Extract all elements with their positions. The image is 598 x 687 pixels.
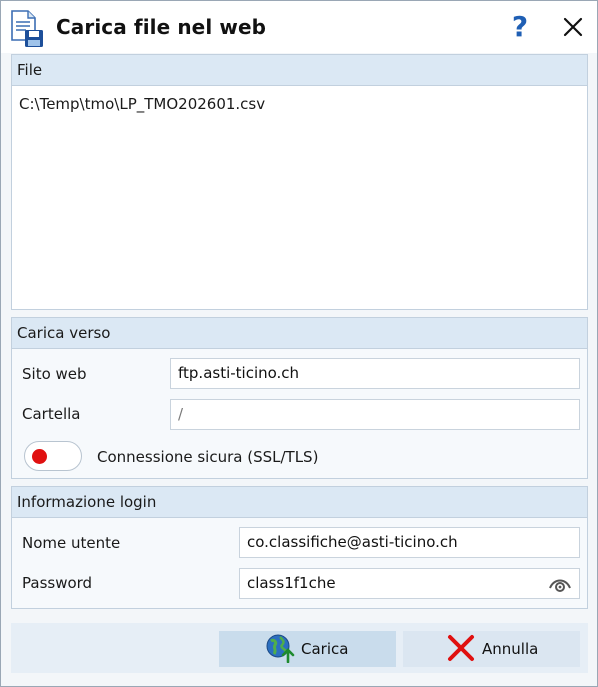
password-value: class1f1che <box>247 574 336 592</box>
username-label: Nome utente <box>22 534 121 552</box>
password-label: Password <box>22 574 93 592</box>
help-button[interactable]: ? <box>505 9 535 45</box>
toggle-off-indicator <box>32 449 47 464</box>
password-field[interactable]: class1f1che <box>239 568 580 599</box>
globe-upload-icon <box>266 634 295 663</box>
cancel-button-label: Annulla <box>482 640 539 658</box>
site-label: Sito web <box>22 365 87 383</box>
upload-button[interactable]: Carica <box>219 631 396 667</box>
file-list[interactable]: C:\Temp\tmo\LP_TMO202601.csv <box>12 86 587 113</box>
secure-connection-label: Connessione sicura (SSL/TLS) <box>97 448 319 466</box>
file-list-item[interactable]: C:\Temp\tmo\LP_TMO202601.csv <box>12 86 587 113</box>
eye-icon[interactable] <box>549 575 571 593</box>
dialog-title: Carica file nel web <box>56 15 267 39</box>
login-group-header: Informazione login <box>12 487 587 518</box>
close-icon[interactable] <box>559 13 587 41</box>
upload-target-header: Carica verso <box>12 318 587 349</box>
site-field[interactable]: ftp.asti-ticino.ch <box>170 358 580 389</box>
cancel-x-icon <box>448 635 474 661</box>
button-bar: Carica Annulla <box>11 623 588 673</box>
upload-target-group: Carica verso Sito web ftp.asti-ticino.ch… <box>11 317 588 479</box>
folder-label: Cartella <box>22 405 81 423</box>
secure-connection-toggle[interactable] <box>24 441 82 471</box>
file-group: File C:\Temp\tmo\LP_TMO202601.csv <box>11 54 588 310</box>
cancel-button[interactable]: Annulla <box>403 631 580 667</box>
username-field[interactable]: co.classifiche@asti-ticino.ch <box>239 527 580 558</box>
title-bar: Carica file nel web ? <box>1 1 597 53</box>
upload-dialog: Carica file nel web ? File C:\Temp\tmo\L… <box>0 0 598 687</box>
upload-button-label: Carica <box>301 640 349 658</box>
folder-field[interactable]: / <box>170 399 580 430</box>
document-disk-icon <box>11 10 43 47</box>
login-group: Informazione login Nome utente co.classi… <box>11 486 588 609</box>
file-group-header: File <box>12 55 587 86</box>
